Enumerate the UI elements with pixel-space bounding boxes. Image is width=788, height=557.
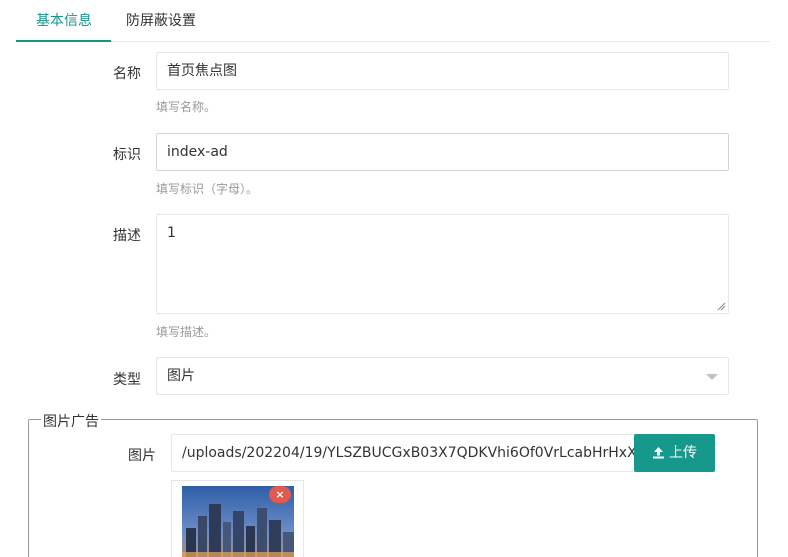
tab-anti-blocking-settings[interactable]: 防屏蔽设置 bbox=[126, 0, 196, 42]
image-path-input[interactable]: /uploads/202204/19/YLSZBUCGxB03X7QDKVhi6… bbox=[171, 434, 635, 472]
type-select-value: 图片 bbox=[167, 368, 195, 384]
caret-down-icon bbox=[706, 374, 718, 380]
image-ad-legend: 图片广告 bbox=[41, 411, 101, 431]
remove-image-button[interactable]: × bbox=[269, 486, 291, 503]
name-input[interactable]: 首页焦点图 bbox=[156, 52, 729, 90]
upload-icon bbox=[653, 447, 664, 459]
active-tab-indicator bbox=[16, 40, 111, 42]
tab-bar: 基本信息 防屏蔽设置 bbox=[16, 0, 770, 42]
description-value: 1 bbox=[167, 225, 176, 241]
image-label: 图片 bbox=[128, 448, 156, 464]
upload-button[interactable]: 上传 bbox=[634, 434, 715, 472]
mark-input[interactable]: index-ad bbox=[156, 133, 729, 171]
mark-label: 标识 bbox=[113, 147, 141, 163]
mark-help: 填写标识（字母）。 bbox=[156, 182, 259, 196]
description-help: 填写描述。 bbox=[156, 325, 217, 339]
name-label: 名称 bbox=[113, 66, 141, 82]
type-label: 类型 bbox=[113, 372, 141, 388]
type-select[interactable]: 图片 bbox=[156, 357, 729, 395]
mark-input-value: index-ad bbox=[167, 144, 228, 160]
tab-basic-info[interactable]: 基本信息 bbox=[36, 0, 92, 42]
upload-button-label: 上传 bbox=[669, 445, 697, 461]
resize-grip-icon[interactable] bbox=[717, 302, 726, 311]
name-input-value: 首页焦点图 bbox=[167, 63, 237, 79]
name-help: 填写名称。 bbox=[156, 100, 217, 114]
description-label: 描述 bbox=[113, 228, 141, 244]
image-path-value: /uploads/202204/19/YLSZBUCGxB03X7QDKVhi6… bbox=[182, 445, 635, 461]
description-textarea[interactable]: 1 bbox=[156, 214, 729, 314]
